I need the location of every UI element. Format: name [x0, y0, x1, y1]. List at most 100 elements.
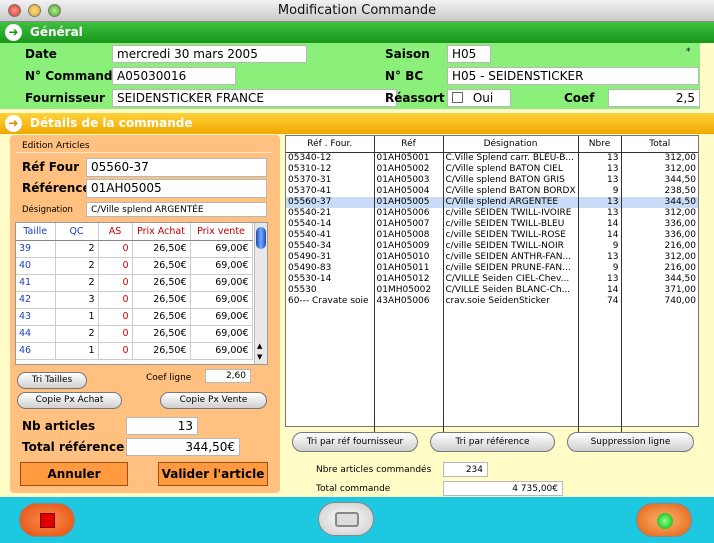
size-cell[interactable]: 69,00€ [190, 240, 253, 258]
size-cell[interactable]: 43 [16, 308, 56, 326]
order-row[interactable]: 05540-21 01AH05006 c/ville SEIDEN TWILL-IV… [286, 207, 698, 219]
size-cell[interactable]: 69,00€ [190, 257, 253, 275]
size-cell[interactable]: 0 [98, 342, 133, 360]
nb-articles-field[interactable]: 13 [126, 417, 198, 435]
size-cell[interactable]: 46 [16, 342, 56, 360]
scroll-down-icon[interactable]: ▼ [257, 353, 262, 361]
coef-field[interactable]: 2,5 [608, 89, 700, 107]
size-cell[interactable]: 26,50€ [132, 257, 191, 275]
reference-field[interactable]: 01AH05005 [86, 179, 267, 198]
size-cell[interactable]: 41 [16, 274, 56, 292]
print-button[interactable] [318, 502, 374, 536]
total-reference-field[interactable]: 344,50€ [126, 438, 240, 456]
size-cell[interactable]: 0 [98, 240, 133, 258]
col-taille[interactable]: Taille [16, 223, 56, 241]
sizes-scrollbar[interactable]: ▲ ▼ [254, 223, 267, 364]
size-cell[interactable]: 0 [98, 291, 133, 309]
size-cell[interactable]: 69,00€ [190, 342, 253, 360]
size-cell[interactable]: 26,50€ [132, 240, 191, 258]
col-nbre[interactable]: Nbre [578, 136, 622, 153]
fournisseur-field[interactable]: SEIDENSTICKER FRANCE [112, 89, 397, 107]
nbre-articles-commandes-field[interactable]: 234 [443, 462, 488, 477]
commande-field[interactable]: A05030016 [112, 67, 236, 85]
total-commande-field[interactable]: 4 735,00€ [443, 481, 563, 496]
validate-button[interactable] [636, 503, 692, 537]
order-row[interactable]: 60--- Cravate soie 43AH05006 crav.soie Sei… [286, 295, 698, 307]
size-cell[interactable]: 0 [98, 325, 133, 343]
size-row[interactable]: 44 2 0 26,50€ 69,00€ [16, 325, 253, 343]
size-row[interactable]: 40 2 0 26,50€ 69,00€ [16, 257, 253, 275]
tri-tailles-button[interactable]: Tri Tailles [17, 372, 87, 389]
annuler-button[interactable]: Annuler [20, 462, 128, 486]
size-cell[interactable]: 2 [55, 240, 99, 258]
size-cell[interactable]: 40 [16, 257, 56, 275]
date-field[interactable]: mercredi 30 mars 2005 [112, 45, 307, 63]
size-cell[interactable]: 0 [98, 274, 133, 292]
size-cell[interactable]: 2 [55, 274, 99, 292]
size-cell[interactable]: 69,00€ [190, 308, 253, 326]
order-row[interactable]: 05560-37 01AH05005 C/Ville splend ARGENTÉE… [286, 196, 698, 208]
order-row[interactable]: 05370-41 01AH05004 C/Ville splend BATON BO… [286, 185, 698, 197]
size-cell[interactable]: 2 [55, 257, 99, 275]
order-row[interactable]: 05490-83 01AH05011 c/ville SEIDEN PRUNE-FA… [286, 262, 698, 274]
size-cell[interactable]: 42 [16, 291, 56, 309]
size-cell[interactable]: 39 [16, 240, 56, 258]
order-row[interactable]: 05540-34 01AH05009 c/ville SEIDEN TWILL-NO… [286, 240, 698, 252]
tri-reference-button[interactable]: Tri par référence [430, 432, 555, 452]
designation-field[interactable]: C/Ville splend ARGENTÉE [86, 202, 267, 217]
col-designation[interactable]: Désignation [443, 136, 579, 153]
reassort-checkbox[interactable] [452, 92, 463, 103]
size-cell[interactable]: 3 [55, 291, 99, 309]
col-total[interactable]: Total [621, 136, 698, 153]
size-row[interactable]: 39 2 0 26,50€ 69,00€ [16, 240, 253, 258]
order-row[interactable]: 05530-14 01AH05012 C/VILLE Seiden CIEL-Che… [286, 273, 698, 285]
bc-field[interactable]: H05 - SEIDENSTICKER [447, 67, 699, 85]
size-cell[interactable]: 1 [55, 308, 99, 326]
size-row[interactable]: 41 2 0 26,50€ 69,00€ [16, 274, 253, 292]
size-cell[interactable]: 26,50€ [132, 308, 191, 326]
tri-ref-fournisseur-button[interactable]: Tri par réf fournisseur [292, 432, 418, 452]
general-section-header[interactable]: ➜ Général [0, 22, 714, 43]
size-cell[interactable]: 1 [55, 342, 99, 360]
scroll-up-icon[interactable]: ▲ [257, 342, 262, 350]
size-cell[interactable]: 0 [98, 308, 133, 326]
saison-field[interactable]: H05 [447, 45, 491, 63]
size-cell[interactable]: 26,50€ [132, 325, 191, 343]
size-cell[interactable]: 26,50€ [132, 274, 191, 292]
details-section-header[interactable]: ➜ Détails de la commande [0, 113, 714, 134]
ref-four-field[interactable]: 05560-37 [86, 158, 267, 177]
size-row[interactable]: 42 3 0 26,50€ 69,00€ [16, 291, 253, 309]
size-cell[interactable]: 26,50€ [132, 342, 191, 360]
size-cell[interactable]: 26,50€ [132, 291, 191, 309]
order-row[interactable]: 05370-31 01AH05003 C/Ville splend BATON GR… [286, 174, 698, 186]
col-ref[interactable]: Réf [374, 136, 444, 153]
size-cell[interactable]: 69,00€ [190, 325, 253, 343]
copie-px-vente-button[interactable]: Copie Px Vente [160, 392, 267, 409]
coef-ligne-field[interactable]: 2,60 [205, 369, 251, 383]
size-cell[interactable]: 44 [16, 325, 56, 343]
order-row[interactable]: 05540-41 01AH05008 c/ville SEIDEN TWILL-RO… [286, 229, 698, 241]
col-as[interactable]: AS [98, 223, 133, 241]
copie-px-achat-button[interactable]: Copie Px Achat [17, 392, 122, 409]
order-row[interactable]: 05310-12 01AH05002 C/Ville splend BATON CI… [286, 163, 698, 175]
order-row[interactable]: 05530 01MH05002 C/VILLE Seiden BLANC-Ch...… [286, 284, 698, 296]
col-prix-achat[interactable]: Prix Achat [132, 223, 191, 241]
size-cell[interactable]: 69,00€ [190, 291, 253, 309]
size-row[interactable]: 46 1 0 26,50€ 69,00€ [16, 342, 253, 360]
valider-article-button[interactable]: Valider l'article [158, 462, 268, 486]
col-ref-four[interactable]: Réf . Four. [286, 136, 375, 153]
col-qc[interactable]: QC [55, 223, 99, 241]
order-cell: 216,00 [664, 240, 697, 251]
suppression-ligne-button[interactable]: Suppression ligne [567, 432, 694, 452]
size-cell[interactable]: 0 [98, 257, 133, 275]
order-row[interactable]: 05540-14 01AH05007 c/ville SEIDEN TWILL-BL… [286, 218, 698, 230]
order-row[interactable]: 05490-31 01AH05010 c/ville SEIDEN ANTHR-FA… [286, 251, 698, 263]
scroll-thumb[interactable] [256, 227, 266, 249]
size-row[interactable]: 43 1 0 26,50€ 69,00€ [16, 308, 253, 326]
col-prix-vente[interactable]: Prix vente [190, 223, 253, 241]
stop-button[interactable] [19, 503, 75, 537]
printer-icon [335, 512, 359, 527]
size-cell[interactable]: 2 [55, 325, 99, 343]
size-cell[interactable]: 69,00€ [190, 274, 253, 292]
order-row[interactable]: 05340-12 01AH05001 C.Ville Splend carr. BL… [286, 152, 698, 164]
